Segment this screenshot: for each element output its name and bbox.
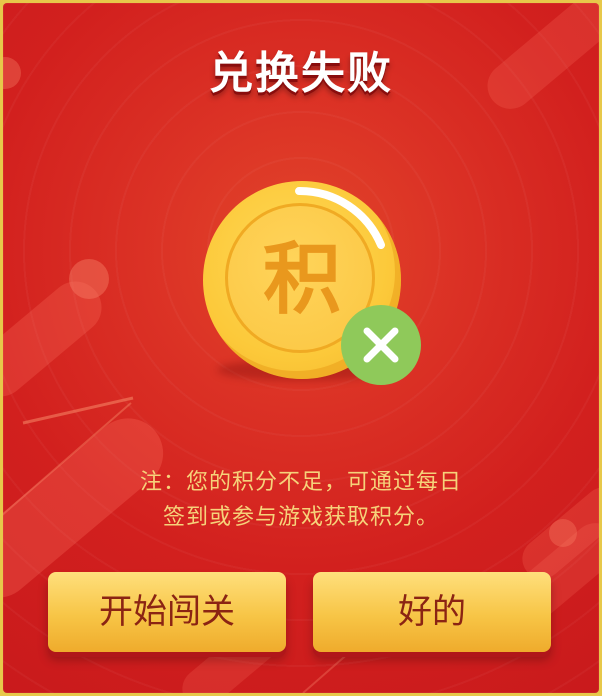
dialog-title: 兑换失败 <box>209 48 393 99</box>
points-coin-illustration: 积 <box>203 181 423 391</box>
ok-button[interactable]: 好的 <box>313 572 551 652</box>
insufficient-points-note-line2: 签到或参与游戏获取积分。 <box>162 505 439 530</box>
insufficient-points-note-line1: 注：您的积分不足，可通过每日 <box>139 470 462 495</box>
exchange-failed-dialog: 兑换失败 积 注：您的积分不足，可通过每日 签到或参与游戏获取积分。 开始闯关 … <box>3 3 599 693</box>
close-icon <box>341 305 421 385</box>
start-challenge-button[interactable]: 开始闯关 <box>48 572 286 652</box>
